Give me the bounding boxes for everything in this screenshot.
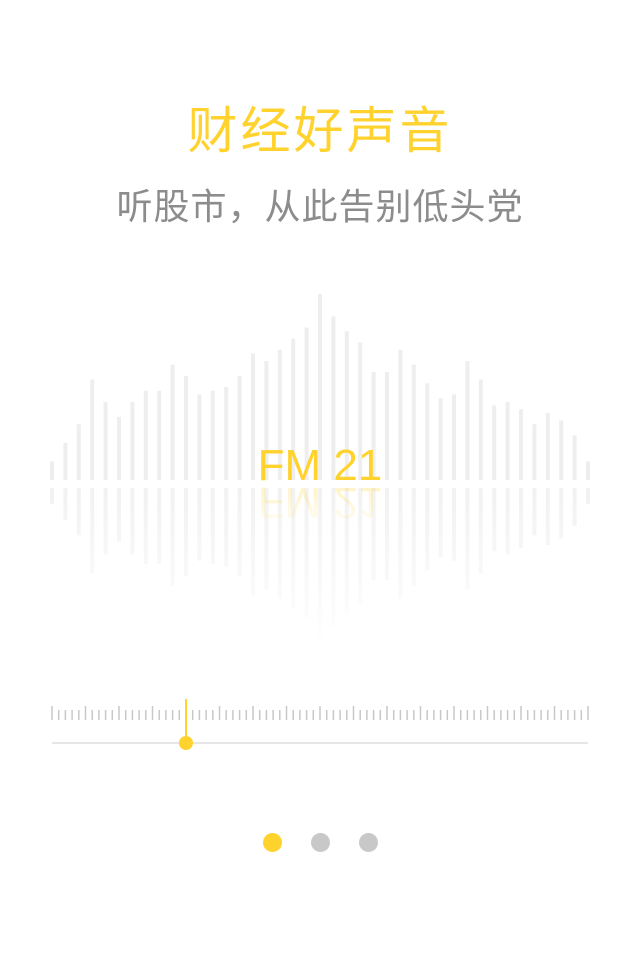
page-subtitle: 听股市，从此告别低头党 — [116, 187, 524, 228]
page-dot[interactable] — [358, 833, 378, 852]
page-dot[interactable] — [310, 833, 330, 852]
page-indicator — [0, 833, 640, 853]
page-title: 财经好声音 — [187, 102, 453, 160]
station-frequency-reflection: FM 21 — [257, 478, 383, 527]
tuner-dial[interactable] — [0, 690, 640, 760]
page-dot[interactable] — [262, 833, 282, 852]
tuner-knob[interactable] — [179, 736, 193, 750]
